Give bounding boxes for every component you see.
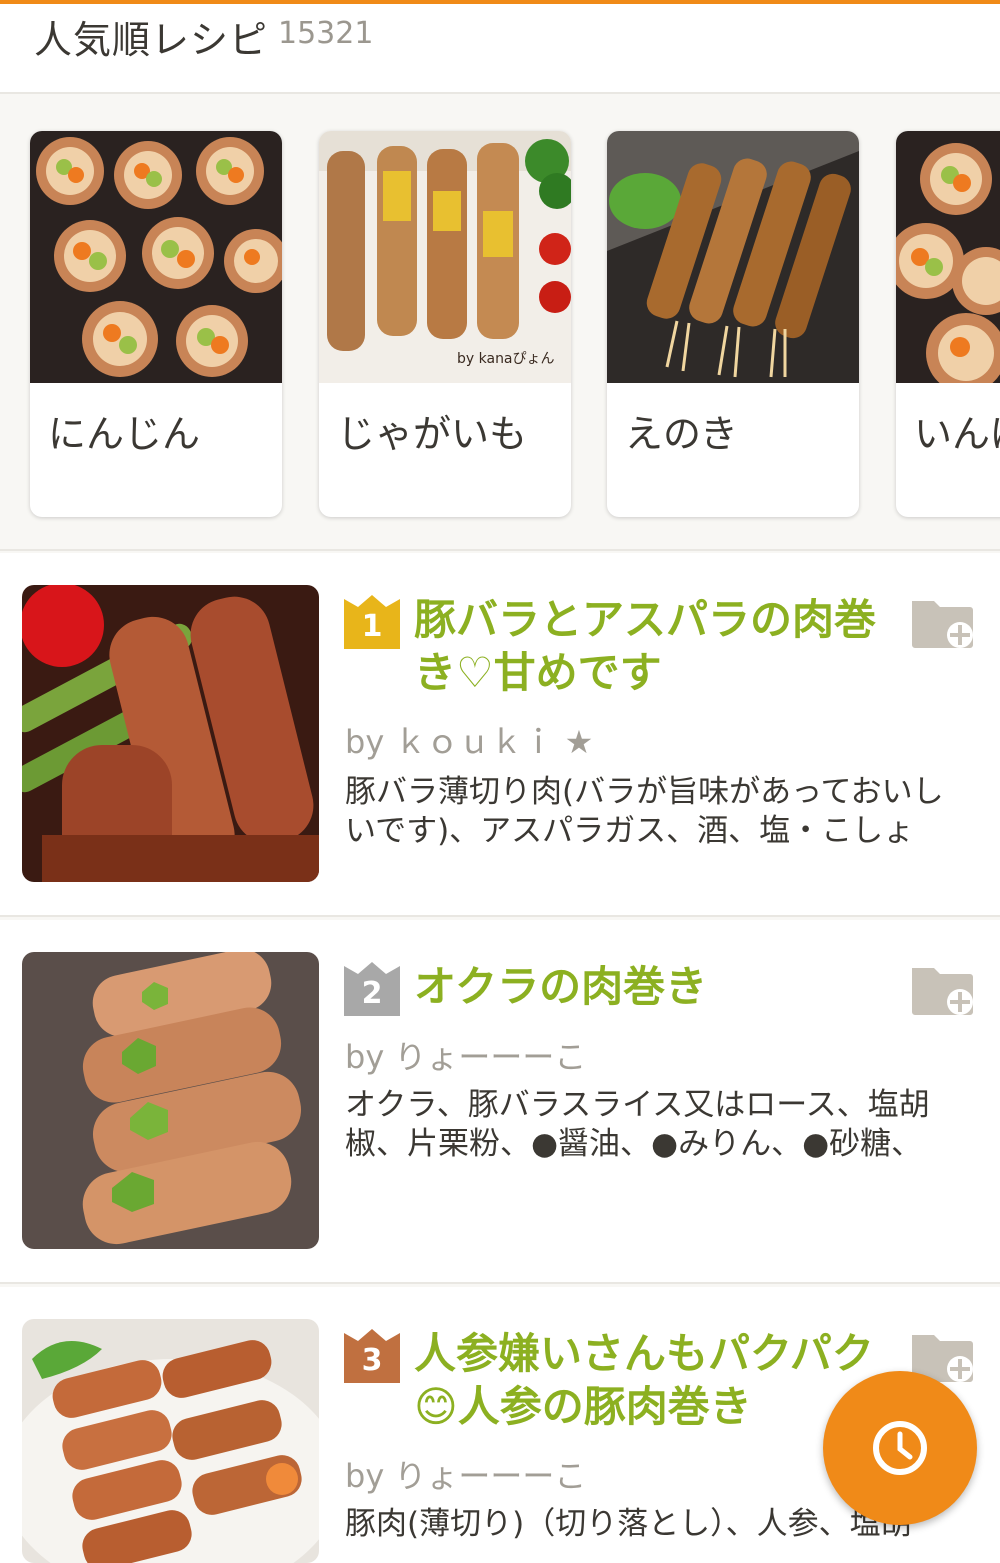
category-image-carrot (30, 131, 282, 383)
category-carousel[interactable]: にんじん by kanaぴょん じゃがいも えのき いん (0, 96, 1000, 551)
ranking-header: 人気順レシピ 15321 (0, 4, 1000, 94)
folder-add-icon[interactable] (910, 962, 978, 1018)
recipe-ingredients: 豚バラ薄切り肉(バラが旨味があっておいしいです)、アスパラガス、酒、塩・こしょ (345, 774, 944, 849)
folder-add-icon[interactable] (910, 595, 978, 651)
recipe-author[interactable]: by りょーーーこ (345, 1032, 586, 1078)
category-tile-carrot[interactable]: にんじん (30, 131, 282, 517)
recipe-card-2[interactable]: 2 オクラの肉巻き by りょーーーこ オクラ、豚バラスライス又はロース、塩胡椒… (0, 920, 1000, 1284)
recipe-ingredients: オクラ、豚バラスライス又はロース、塩胡椒、片栗粉、●醤油、●みりん、●砂糖、 (345, 1087, 930, 1162)
recipe-title[interactable]: 豚バラとアスパラの肉巻き♡甘めです (414, 593, 894, 699)
history-fab-button[interactable] (823, 1371, 977, 1525)
category-image-potato: by kanaぴょん (319, 131, 571, 383)
category-label: いんげん (914, 412, 1000, 456)
recipe-image[interactable] (22, 952, 319, 1249)
recipe-title[interactable]: 人参嫌いさんもパクパク😊人参の豚肉巻き (414, 1327, 894, 1433)
recipe-title[interactable]: オクラの肉巻き (414, 960, 894, 1013)
category-tile-green-bean[interactable]: いんげん (896, 131, 1000, 517)
category-tile-enoki[interactable]: えのき (607, 131, 859, 517)
recipe-author[interactable]: by ｋｏｕｋｉ ★ (345, 717, 593, 763)
clock-icon (873, 1421, 927, 1475)
rank-number: 2 (361, 976, 383, 1011)
recipe-count: 15321 (278, 16, 374, 51)
page-title: 人気順レシピ (34, 18, 269, 62)
category-tile-potato[interactable]: by kanaぴょん じゃがいも (319, 131, 571, 517)
recipe-image[interactable] (22, 585, 319, 882)
rank-badge-silver: 2 (344, 960, 400, 1016)
recipe-image[interactable] (22, 1319, 319, 1563)
recipe-card-1[interactable]: 1 豚バラとアスパラの肉巻き♡甘めです by ｋｏｕｋｉ ★ 豚バラ薄切り肉(バ… (0, 553, 1000, 917)
rank-number: 1 (361, 609, 383, 644)
category-label: にんじん (48, 412, 201, 456)
recipe-ranking-page: 人気順レシピ 15321 にんじん by kanaぴょん じゃがいも えのき い… (0, 0, 1000, 1563)
photo-credit: by kanaぴょん (457, 351, 555, 367)
rank-badge-bronze: 3 (344, 1327, 400, 1383)
category-label: えのき (625, 412, 738, 456)
category-label: じゃがいも (337, 412, 528, 456)
recipe-author[interactable]: by りょーーーこ (345, 1451, 586, 1497)
category-image-green-bean (896, 131, 1000, 393)
rank-badge-gold: 1 (344, 593, 400, 649)
category-image-enoki (607, 131, 859, 383)
rank-number: 3 (361, 1343, 383, 1378)
